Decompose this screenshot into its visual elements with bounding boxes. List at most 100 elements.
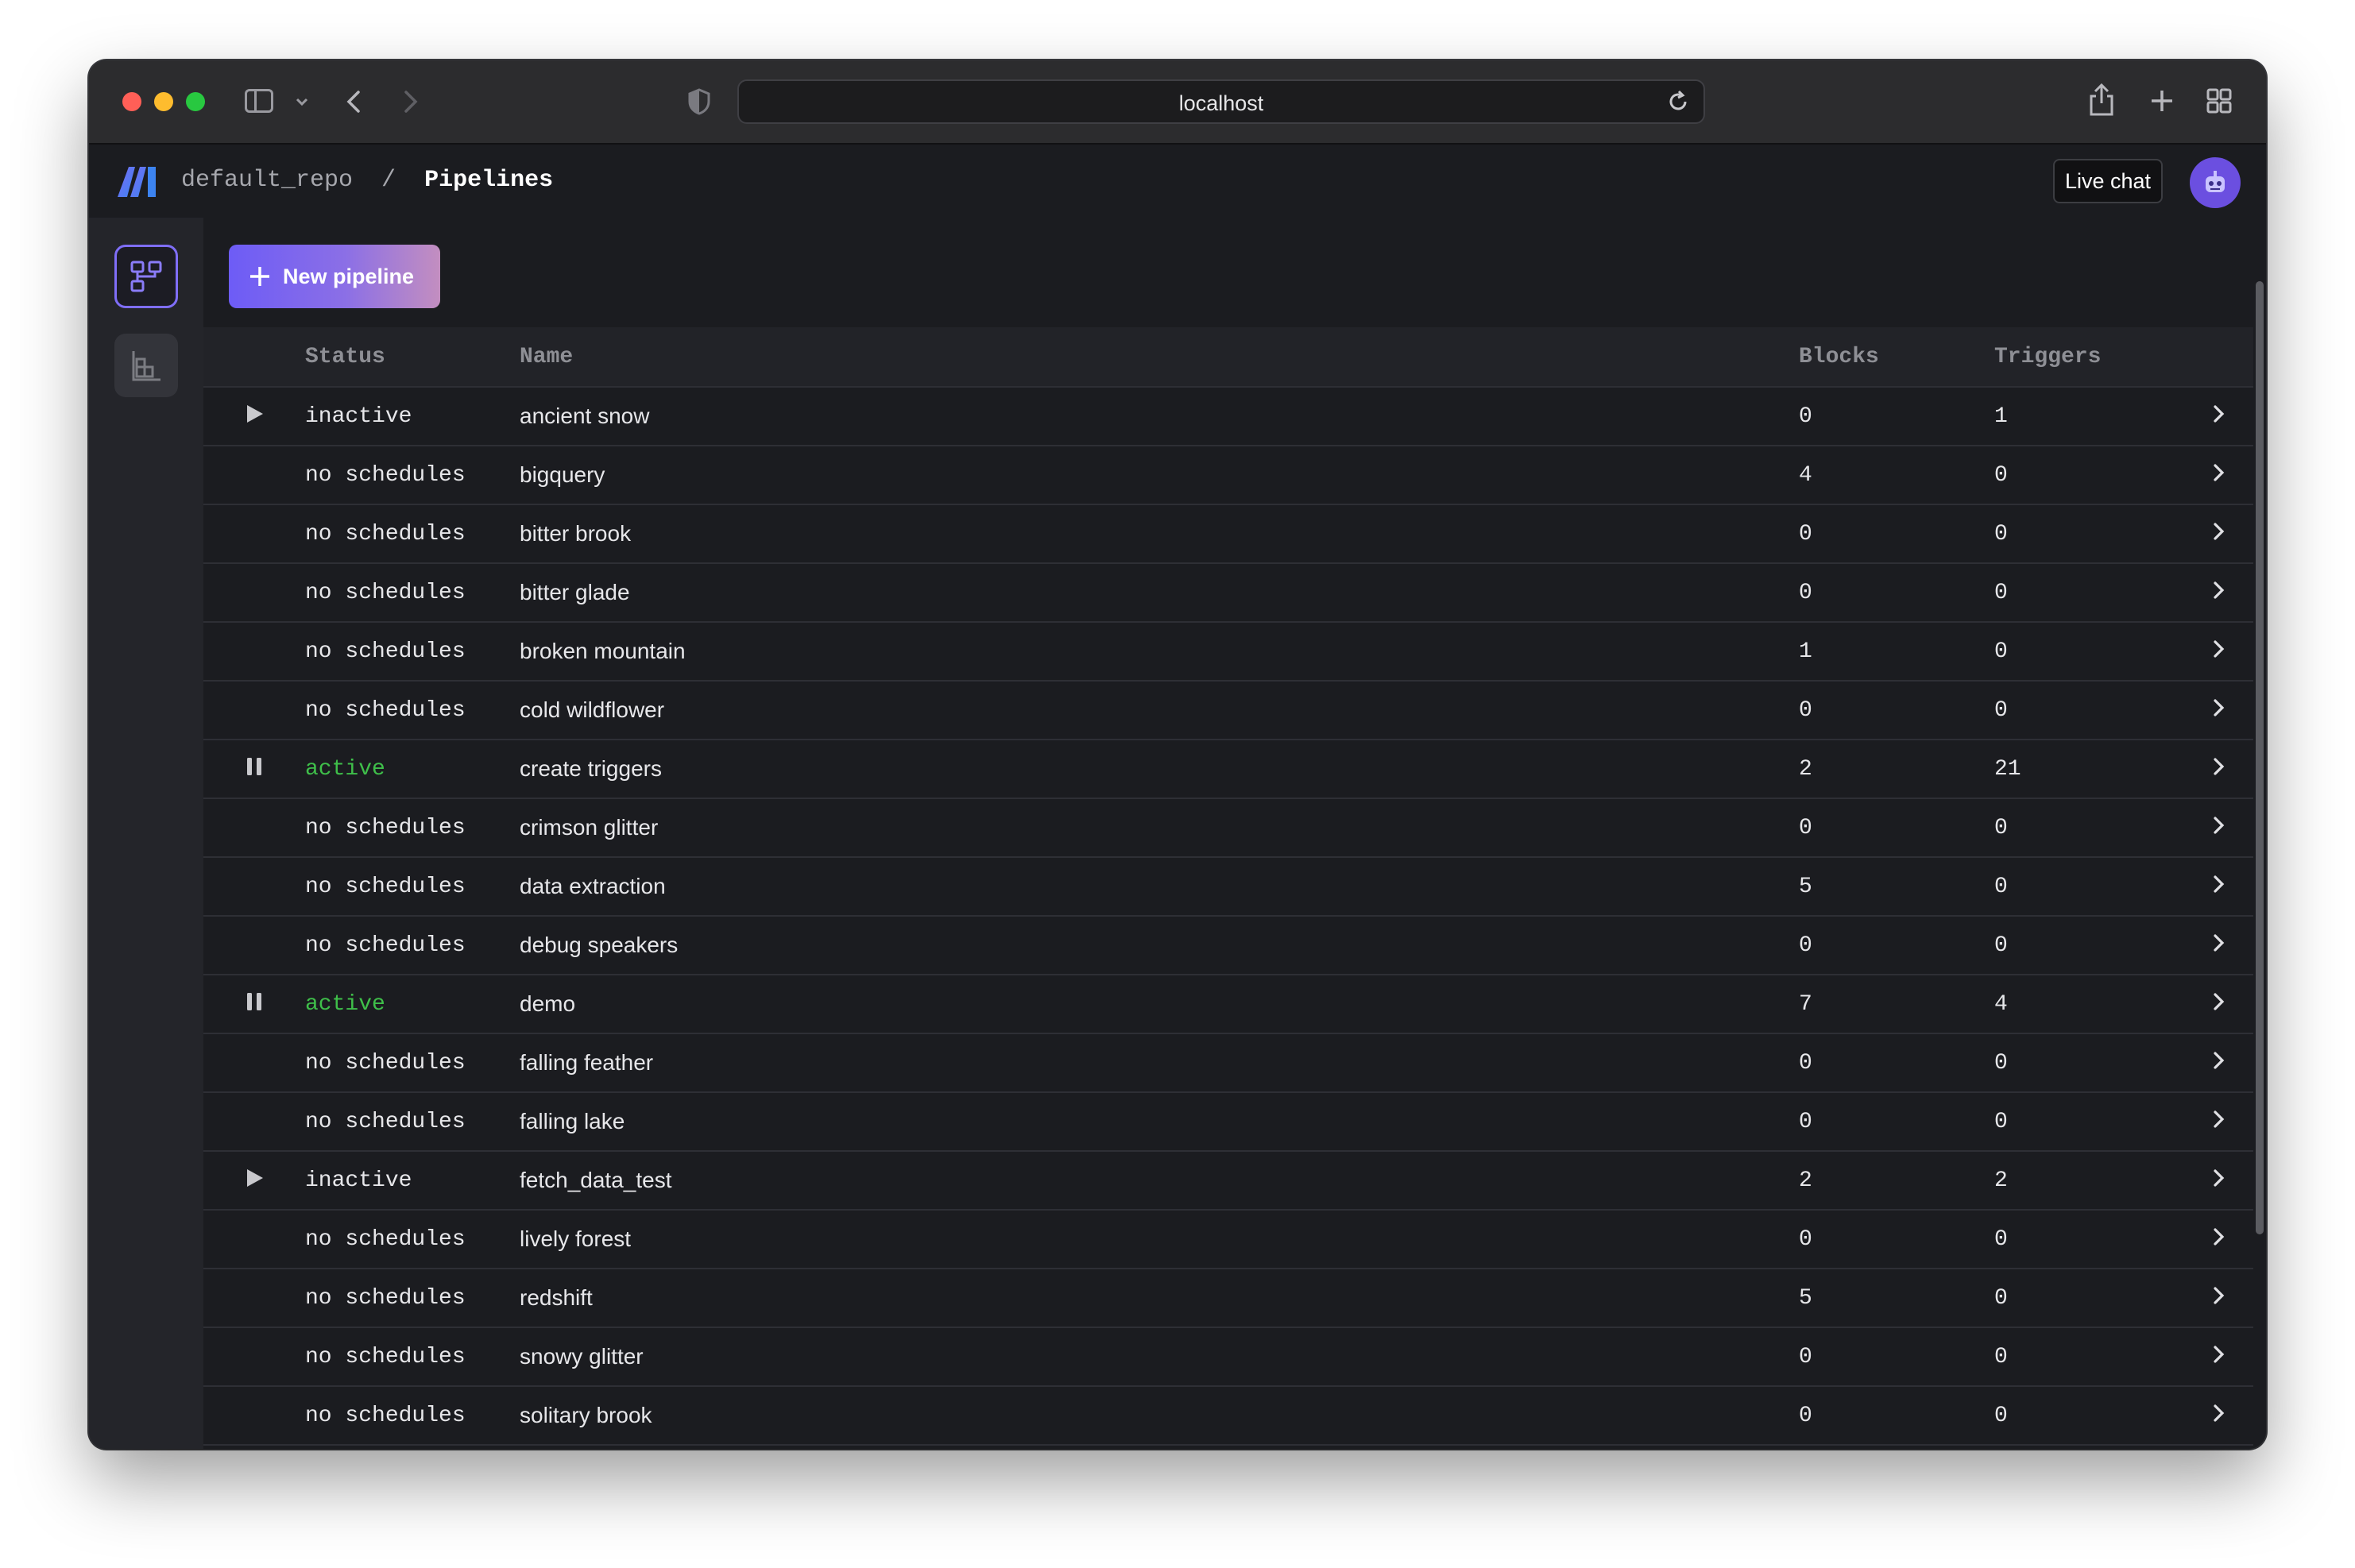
sidebar-toggle-icon[interactable] [245, 89, 273, 113]
status-cell: active [305, 740, 520, 799]
pipeline-name-cell: create triggers [520, 740, 1799, 799]
table-row[interactable]: no schedules snowy glitter 0 0 [203, 1327, 2253, 1387]
left-nav-rail [89, 218, 203, 1449]
pause-icon[interactable] [243, 757, 265, 782]
chevron-right-icon[interactable] [2210, 1110, 2228, 1135]
status-cell: no schedules [305, 798, 520, 858]
forward-icon[interactable] [397, 87, 423, 116]
nav-triggers-button[interactable] [114, 334, 178, 397]
chevron-down-icon[interactable] [294, 94, 310, 110]
chevron-right-icon[interactable] [2210, 522, 2228, 547]
minimize-window-button[interactable] [154, 92, 173, 111]
triggers-cell: 1 [1994, 387, 2185, 446]
chevron-right-icon[interactable] [2210, 1051, 2228, 1076]
row-open-cell [2185, 798, 2253, 858]
tab-overview-icon[interactable] [2206, 87, 2233, 114]
status-cell: no schedules [305, 446, 520, 505]
share-icon[interactable] [2086, 83, 2117, 118]
blocks-cell: 0 [1799, 1092, 1994, 1152]
live-chat-button[interactable]: Live chat [2053, 159, 2163, 203]
table-row[interactable]: no schedules data extraction 5 0 [203, 857, 2253, 917]
table-row[interactable]: no schedules bigquery 4 0 [203, 446, 2253, 505]
pipeline-name-cell: demo [520, 975, 1799, 1034]
chevron-right-icon[interactable] [2210, 404, 2228, 430]
pipeline-name-cell: bitter brook [520, 504, 1799, 564]
reload-icon[interactable] [1665, 89, 1691, 114]
chevron-right-icon[interactable] [2210, 1286, 2228, 1311]
chevron-right-icon[interactable] [2210, 1227, 2228, 1253]
main-content: New pipeline Status Name Blocks Triggers… [203, 218, 2253, 1449]
chevron-right-icon[interactable] [2210, 1345, 2228, 1370]
chevron-right-icon[interactable] [2210, 933, 2228, 959]
browser-window: localhost default_repo / Pipelines Live … [89, 60, 2266, 1449]
new-tab-icon[interactable] [2148, 87, 2175, 114]
chevron-right-icon[interactable] [2210, 698, 2228, 724]
chevron-right-icon[interactable] [2210, 639, 2228, 665]
avatar[interactable] [2190, 157, 2241, 208]
maximize-window-button[interactable] [186, 92, 205, 111]
plus-icon [250, 267, 269, 286]
triggers-cell: 0 [1994, 563, 2185, 623]
row-control-cell [203, 1033, 305, 1093]
triggers-cell: 21 [1994, 740, 2185, 799]
status-cell: no schedules [305, 504, 520, 564]
table-row[interactable]: no schedules crimson glitter 0 0 [203, 798, 2253, 858]
chevron-right-icon[interactable] [2210, 757, 2228, 782]
table-row[interactable]: no schedules solitary brook 0 0 [203, 1386, 2253, 1446]
shield-icon[interactable] [686, 87, 712, 116]
blocks-cell: 0 [1799, 916, 1994, 975]
status-cell: no schedules [305, 1269, 520, 1328]
chevron-right-icon[interactable] [2210, 875, 2228, 900]
page-scrollbar[interactable] [2253, 218, 2266, 1449]
blocks-cell: 0 [1799, 1210, 1994, 1269]
row-open-cell [2185, 622, 2253, 682]
blocks-cell: 5 [1799, 1269, 1994, 1328]
pipeline-name-cell: crimson glitter [520, 798, 1799, 858]
mage-logo-icon[interactable] [116, 164, 159, 199]
header-status[interactable]: Status [305, 327, 520, 388]
table-row[interactable]: no schedules debug speakers 0 0 [203, 916, 2253, 975]
status-cell: inactive [305, 1151, 520, 1211]
table-row[interactable]: active create triggers 2 21 [203, 740, 2253, 799]
chevron-right-icon[interactable] [2210, 1168, 2228, 1194]
nav-pipelines-button[interactable] [114, 245, 178, 308]
header-name[interactable]: Name [520, 327, 1799, 388]
breadcrumb-repo[interactable]: default_repo [181, 167, 353, 194]
table-row[interactable]: no schedules redshift 5 0 [203, 1269, 2253, 1328]
table-row[interactable]: no schedules falling feather 0 0 [203, 1033, 2253, 1093]
header-blocks[interactable]: Blocks [1799, 327, 1994, 388]
table-row[interactable]: no schedules falling lake 0 0 [203, 1092, 2253, 1152]
pipeline-name-cell: solitary brook [520, 1386, 1799, 1446]
chevron-right-icon[interactable] [2210, 992, 2228, 1018]
triggers-cell: 0 [1994, 857, 2185, 917]
play-icon[interactable] [243, 1168, 265, 1194]
back-icon[interactable] [342, 87, 367, 116]
address-bar[interactable]: localhost [737, 79, 1705, 124]
chevron-right-icon[interactable] [2210, 1404, 2228, 1429]
table-row[interactable]: no schedules lively forest 0 0 [203, 1210, 2253, 1269]
new-pipeline-button[interactable]: New pipeline [229, 245, 440, 308]
chevron-right-icon[interactable] [2210, 581, 2228, 606]
chevron-right-icon[interactable] [2210, 463, 2228, 489]
row-open-cell [2185, 1092, 2253, 1152]
table-row[interactable]: inactive ancient snow 0 1 [203, 387, 2253, 446]
status-cell: active [305, 975, 520, 1034]
table-row[interactable]: no schedules cold wildflower 0 0 [203, 681, 2253, 740]
row-control-cell [203, 504, 305, 564]
blocks-cell: 0 [1799, 504, 1994, 564]
blocks-cell: 4 [1799, 446, 1994, 505]
table-row[interactable]: no schedules bitter glade 0 0 [203, 563, 2253, 623]
pipeline-name-cell: debug speakers [520, 916, 1799, 975]
close-window-button[interactable] [122, 92, 141, 111]
scrollbar-thumb[interactable] [2256, 281, 2264, 1234]
table-row[interactable]: no schedules broken mountain 1 0 [203, 622, 2253, 682]
chevron-right-icon[interactable] [2210, 816, 2228, 841]
pipeline-name-cell: cold wildflower [520, 681, 1799, 740]
play-icon[interactable] [243, 404, 265, 430]
header-triggers[interactable]: Triggers [1994, 327, 2185, 388]
table-row[interactable]: no schedules bitter brook 0 0 [203, 504, 2253, 564]
pause-icon[interactable] [243, 992, 265, 1018]
table-row[interactable]: active demo 7 4 [203, 975, 2253, 1034]
table-row[interactable]: inactive fetch_data_test 2 2 [203, 1151, 2253, 1211]
browser-toolbar: localhost [89, 60, 2266, 145]
